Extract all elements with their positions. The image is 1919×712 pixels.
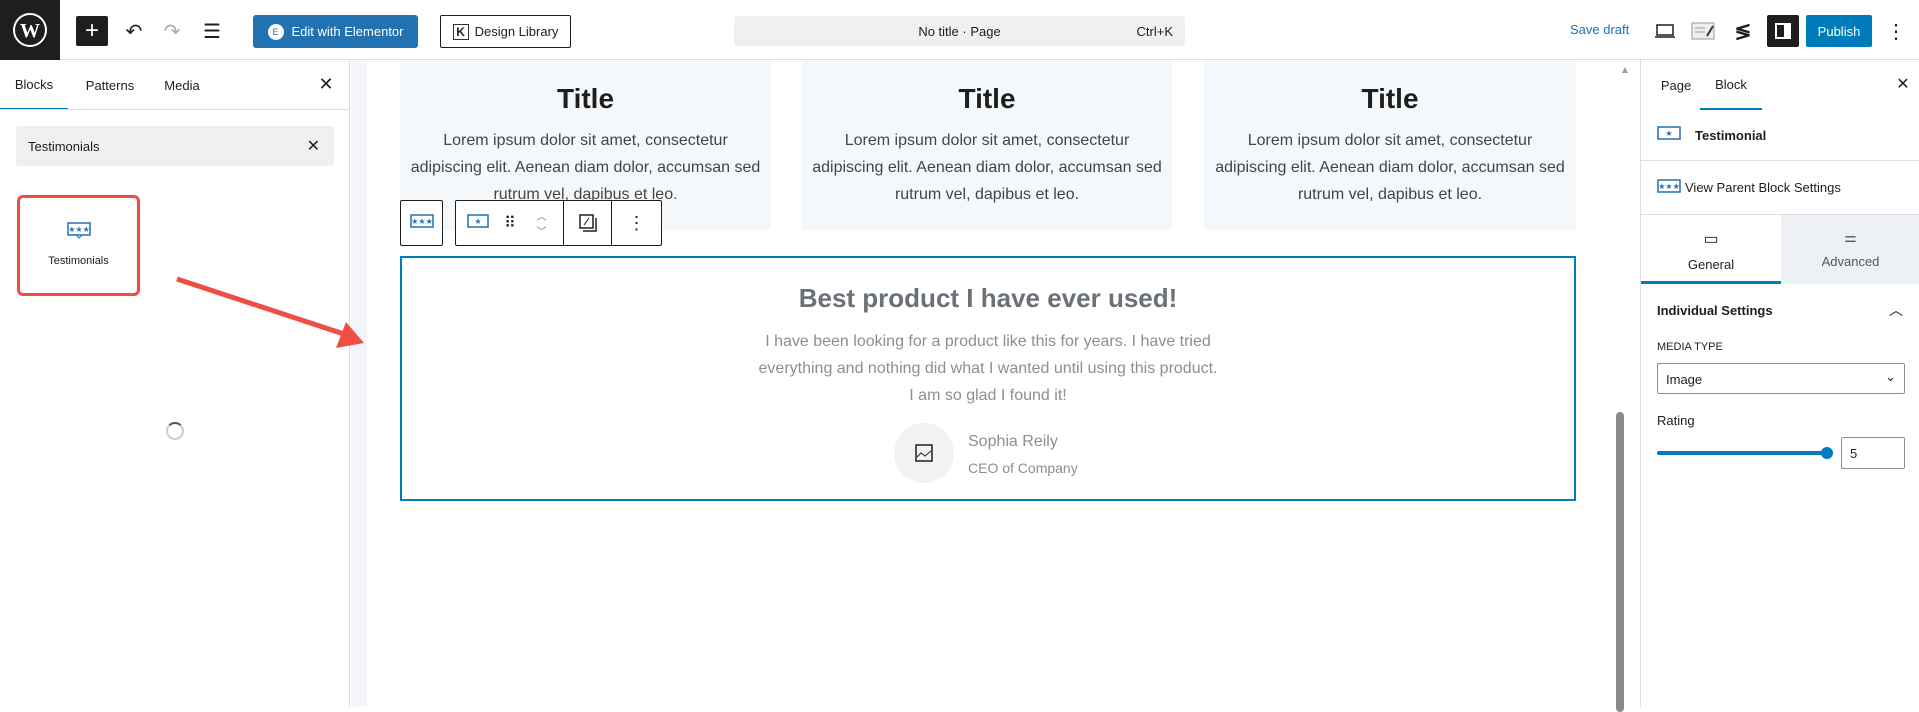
redo-icon[interactable]: ↷ [158,16,186,46]
save-draft-button[interactable]: Save draft [1570,22,1629,37]
feature-card[interactable]: Title Lorem ipsum dolor sit amet, consect… [1204,61,1576,230]
general-icon: ▭ [1703,231,1719,248]
document-title: No title · Page [918,23,1001,39]
card-title: Title [556,83,615,114]
annotation-arrow-icon [176,276,364,348]
settings-sidebar: Page Block ✕ ★ Testimonial ★★★ View Parent… [1640,60,1919,707]
edit-with-elementor-label: Edit with Elementor [291,24,404,39]
publish-button[interactable]: Publish [1806,15,1872,47]
media-type-select[interactable]: Image ⌄ [1657,363,1905,394]
testimonial-block[interactable]: Best product I have ever used! I have be… [400,256,1576,501]
undo-icon[interactable]: ↶ [120,16,148,46]
tab-block[interactable]: Block [1700,60,1762,110]
rating-label: Rating [1657,413,1695,428]
card-title: Title [1361,83,1419,114]
elementor-icon: E [267,23,284,40]
testimonials-icon: ★★★ [66,222,91,239]
feature-card[interactable]: Title Lorem ipsum dolor sit amet, consect… [802,61,1172,230]
testimonials-icon: ★★★ [1657,178,1681,193]
block-card: ★ Testimonial [1641,110,1919,161]
edit-page-icon[interactable] [1688,16,1718,46]
avatar-placeholder-image-icon[interactable] [894,423,954,483]
block-options-icon[interactable]: ⋮ [612,201,661,245]
drag-handle-icon[interactable]: ⠿ [500,201,520,245]
svg-text:★★★: ★★★ [411,217,433,226]
card-text: Lorem ipsum dolor sit amet, consectetur … [410,132,761,203]
block-name: Testimonial [1695,127,1767,143]
collapse-chevron-up-icon[interactable]: ︿ [1889,300,1903,320]
kadence-icon[interactable]: ≶ [1728,16,1758,46]
edit-with-elementor-button[interactable]: E Edit with Elementor [253,15,418,48]
move-up-down-icon[interactable]: ︿ ﹀ [520,201,564,245]
block-result-testimonials[interactable]: ★★★ Testimonials [17,195,140,296]
view-parent-label: View Parent Block Settings [1685,180,1841,195]
media-type-label: MEDIA TYPE [1657,341,1723,353]
block-search-input[interactable]: Testimonials ✕ [16,126,334,166]
more-options-icon[interactable]: ⋮ [1884,16,1908,46]
testimonial-heading: Best product I have ever used! [798,283,1178,313]
view-parent-block-link[interactable]: ★★★ View Parent Block Settings [1641,161,1919,215]
command-palette-bar[interactable]: No title · Page Ctrl+K [734,16,1185,46]
testimonial-block-icon: ★ [1657,126,1681,140]
tab-media[interactable]: Media [152,60,212,110]
rating-input[interactable]: 5 [1841,437,1905,469]
shortcut-hint: Ctrl+K [1136,24,1173,39]
tab-blocks[interactable]: Blocks [0,60,68,110]
chevron-down-icon: ⌄ [1885,369,1896,384]
loading-spinner-icon [166,422,184,440]
card-title: Title [958,83,1016,114]
close-settings-icon[interactable]: ✕ [1891,72,1915,96]
testimonial-block-icon[interactable]: ★ [456,201,500,245]
style-copy-icon[interactable] [564,201,612,245]
settings-sidebar-toggle-icon[interactable] [1767,15,1799,47]
card-text: Lorem ipsum dolor sit amet, consectetur … [1215,132,1565,203]
scroll-up-icon[interactable]: ▲ [1620,65,1630,76]
tab-general[interactable]: ▭ General [1641,215,1781,284]
testimonials-icon: ★★★ [409,214,434,228]
canvas-scrollbar[interactable]: ▲ [1608,61,1640,712]
preview-desktop-icon[interactable] [1650,16,1680,46]
tab-general-label: General [1687,257,1735,272]
document-overview-icon[interactable]: ☰ [198,16,226,46]
svg-text:W: W [20,20,40,42]
svg-text:★★★: ★★★ [68,225,90,234]
design-library-label: Design Library [474,24,559,39]
svg-text:★: ★ [474,217,481,226]
card-text: Lorem ipsum dolor sit amet, consectetur … [812,132,1162,203]
search-value: Testimonials [28,138,100,154]
tab-advanced-label: Advanced [1821,254,1880,269]
divider [0,109,349,110]
author-name: Sophia Reily [968,433,1058,450]
section-heading[interactable]: Individual Settings [1657,303,1773,318]
design-library-icon: K [452,23,469,40]
svg-text:★: ★ [1665,129,1672,138]
author-role: CEO of Company [968,460,1078,476]
tab-advanced[interactable]: ⚌ Advanced [1781,215,1919,284]
block-inserter-panel: Blocks Patterns Media ✕ Testimonials ✕ ★★… [0,60,350,707]
add-block-button[interactable]: + [76,16,108,46]
svg-text:★★★: ★★★ [1658,182,1680,191]
block-toolbar: ★ ⠿ ︿ ﹀ ⋮ [455,200,662,246]
sliders-icon: ⚌ [1844,229,1857,245]
block-result-label: Testimonials [48,255,109,267]
slider-handle[interactable] [1821,447,1833,459]
testimonial-body: I have been looking for a product like t… [758,333,1218,404]
tab-page[interactable]: Page [1651,60,1701,110]
close-inserter-icon[interactable]: ✕ [314,72,338,96]
rating-slider[interactable] [1657,447,1833,459]
tab-patterns[interactable]: Patterns [72,60,148,110]
top-toolbar: W + ↶ ↷ ☰ E Edit with Elementor K Design L… [0,0,1919,60]
scrollbar-thumb[interactable] [1616,412,1624,712]
media-type-value: Image [1666,372,1703,387]
design-library-button[interactable]: K Design Library [440,15,571,48]
wordpress-logo-icon[interactable]: W [0,0,60,60]
select-parent-block-button[interactable]: ★★★ [400,200,443,246]
clear-search-icon[interactable]: ✕ [307,136,320,156]
